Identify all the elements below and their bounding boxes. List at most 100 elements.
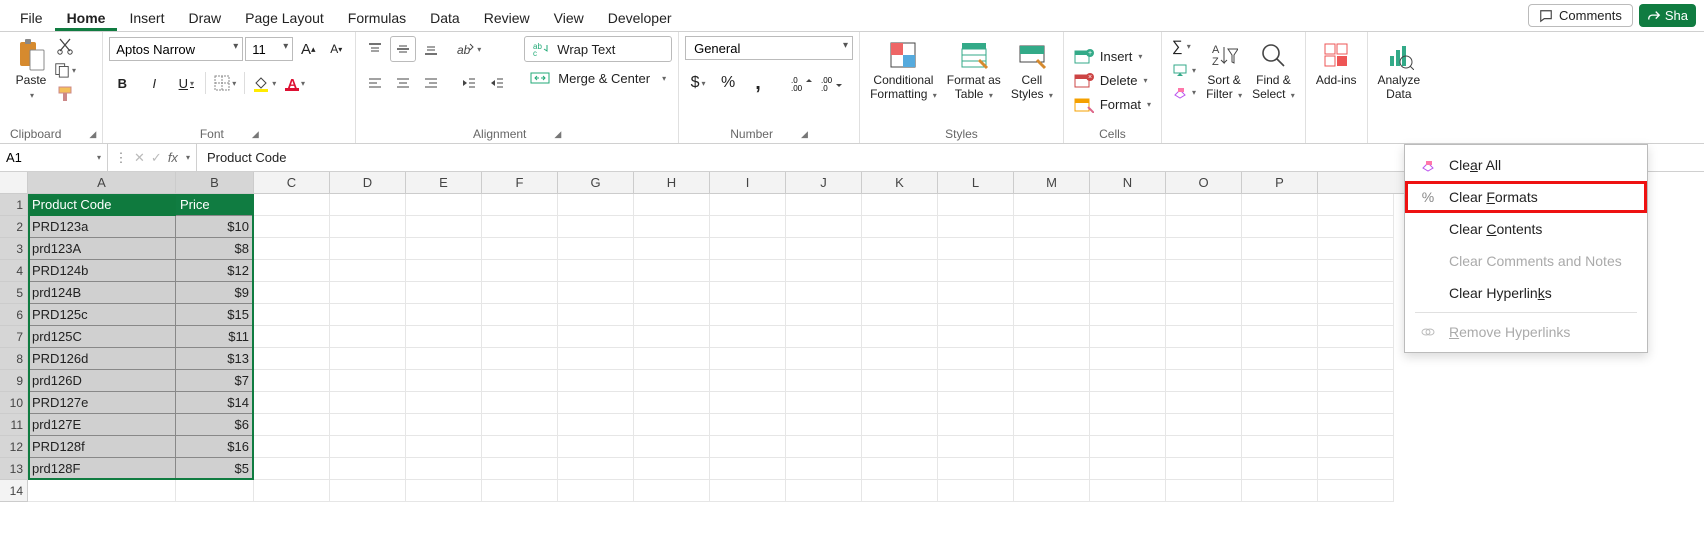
share-button[interactable]: Sha: [1639, 4, 1696, 27]
cell[interactable]: [1014, 216, 1090, 238]
increase-decimal-button[interactable]: .0.00: [789, 70, 815, 96]
cell[interactable]: [330, 392, 406, 414]
cell[interactable]: [710, 414, 786, 436]
cell[interactable]: [1318, 282, 1394, 304]
col-header[interactable]: B: [176, 172, 254, 194]
menu-home[interactable]: Home: [55, 4, 118, 31]
cell[interactable]: [938, 480, 1014, 502]
cell[interactable]: [786, 282, 862, 304]
col-header[interactable]: O: [1166, 172, 1242, 194]
cell[interactable]: [1014, 260, 1090, 282]
cell[interactable]: [330, 238, 406, 260]
cell[interactable]: [634, 304, 710, 326]
cell[interactable]: [634, 238, 710, 260]
cell[interactable]: [634, 458, 710, 480]
cell[interactable]: [254, 194, 330, 216]
clear-button[interactable]: ▾: [1168, 83, 1200, 101]
font-size-select[interactable]: [245, 37, 293, 61]
cell[interactable]: [482, 216, 558, 238]
cell[interactable]: [330, 282, 406, 304]
cell[interactable]: [330, 480, 406, 502]
cell[interactable]: [938, 370, 1014, 392]
cell[interactable]: [1318, 458, 1394, 480]
cell[interactable]: [1166, 370, 1242, 392]
cell[interactable]: [482, 282, 558, 304]
col-header[interactable]: P: [1242, 172, 1318, 194]
fill-button[interactable]: ▾: [1168, 61, 1200, 79]
cell[interactable]: [1166, 480, 1242, 502]
cell[interactable]: [786, 238, 862, 260]
font-dialog-launcher[interactable]: ◢: [252, 129, 259, 140]
cell[interactable]: $11: [176, 326, 254, 348]
cell[interactable]: [862, 414, 938, 436]
cell[interactable]: [406, 194, 482, 216]
clear-all-item[interactable]: Clear All: [1405, 149, 1647, 181]
cell[interactable]: [1242, 216, 1318, 238]
cut-button[interactable]: [54, 36, 76, 56]
cell[interactable]: [786, 216, 862, 238]
cell[interactable]: [786, 480, 862, 502]
cell[interactable]: $15: [176, 304, 254, 326]
cell[interactable]: [938, 282, 1014, 304]
name-box-input[interactable]: [6, 150, 76, 165]
borders-button[interactable]: ▾: [212, 70, 238, 96]
cell[interactable]: [330, 326, 406, 348]
cell[interactable]: [1166, 304, 1242, 326]
menu-insert[interactable]: Insert: [117, 4, 176, 31]
copy-button[interactable]: ▾: [54, 60, 76, 80]
row-header[interactable]: 2: [0, 216, 28, 238]
cell[interactable]: [330, 458, 406, 480]
row-header[interactable]: 3: [0, 238, 28, 260]
cell[interactable]: [1242, 436, 1318, 458]
decrease-decimal-button[interactable]: .00.0: [819, 70, 845, 96]
percent-format-button[interactable]: %: [715, 70, 741, 96]
cell[interactable]: [1318, 238, 1394, 260]
row-header[interactable]: 11: [0, 414, 28, 436]
cell[interactable]: [1318, 392, 1394, 414]
align-left-button[interactable]: [362, 70, 388, 96]
cell[interactable]: [406, 260, 482, 282]
col-header[interactable]: F: [482, 172, 558, 194]
cell[interactable]: [1242, 282, 1318, 304]
select-all-corner[interactable]: [0, 172, 28, 194]
cell[interactable]: [1318, 414, 1394, 436]
cell[interactable]: [558, 414, 634, 436]
row-header[interactable]: 10: [0, 392, 28, 414]
menu-page-layout[interactable]: Page Layout: [233, 4, 336, 31]
cell[interactable]: [710, 392, 786, 414]
cell[interactable]: [1090, 458, 1166, 480]
cell[interactable]: [1166, 260, 1242, 282]
cell[interactable]: [330, 370, 406, 392]
cell[interactable]: [1090, 282, 1166, 304]
cell[interactable]: [862, 238, 938, 260]
cell[interactable]: [862, 282, 938, 304]
cell[interactable]: [1166, 282, 1242, 304]
cell[interactable]: [482, 480, 558, 502]
cell[interactable]: [1014, 480, 1090, 502]
cell[interactable]: PRD126d: [28, 348, 176, 370]
cell[interactable]: $14: [176, 392, 254, 414]
cell[interactable]: [786, 326, 862, 348]
cell[interactable]: [938, 436, 1014, 458]
cell[interactable]: [634, 348, 710, 370]
cell[interactable]: [1014, 326, 1090, 348]
cell[interactable]: [1090, 348, 1166, 370]
alignment-dialog-launcher[interactable]: ◢: [554, 129, 561, 140]
cell[interactable]: [254, 458, 330, 480]
sort-filter-button[interactable]: AZ Sort & Filter ▾: [1202, 36, 1246, 104]
cell[interactable]: [862, 216, 938, 238]
number-dialog-launcher[interactable]: ◢: [801, 129, 808, 140]
cell[interactable]: PRD127e: [28, 392, 176, 414]
align-right-button[interactable]: [418, 70, 444, 96]
clipboard-dialog-launcher[interactable]: ◢: [89, 129, 96, 140]
cell[interactable]: [1166, 414, 1242, 436]
cell[interactable]: [1090, 414, 1166, 436]
italic-button[interactable]: I: [141, 70, 167, 96]
cell[interactable]: [710, 370, 786, 392]
clear-contents-item[interactable]: Clear Contents: [1405, 213, 1647, 245]
cell[interactable]: $12: [176, 260, 254, 282]
cell[interactable]: [1090, 436, 1166, 458]
col-header[interactable]: L: [938, 172, 1014, 194]
cell[interactable]: [1014, 458, 1090, 480]
wrap-text-button[interactable]: abc Wrap Text: [524, 36, 672, 62]
